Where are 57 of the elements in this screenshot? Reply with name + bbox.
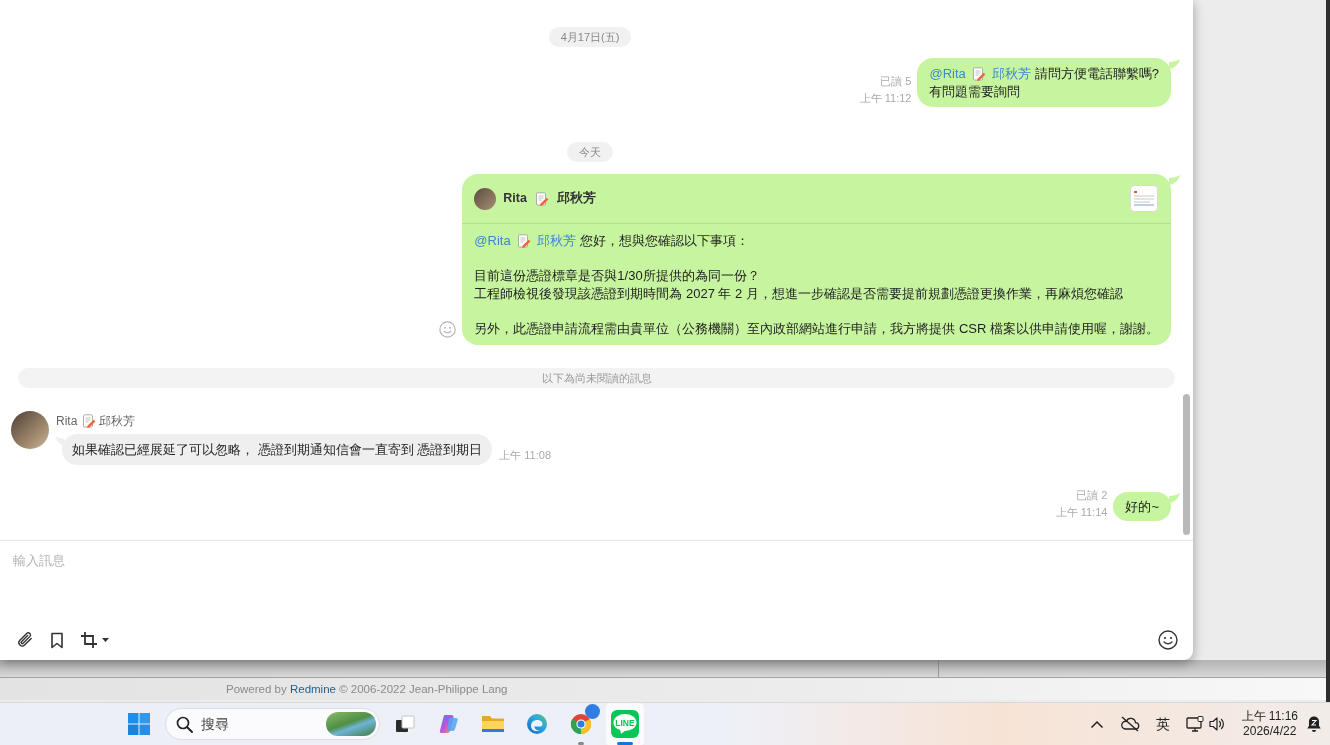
note-pencil-icon	[971, 66, 986, 81]
message-text: 您好，想與您確認以下事項：	[579, 232, 749, 250]
note-pencil-icon	[516, 233, 531, 248]
message-text: 目前這份憑證標章是否與1/30所提供的為同一份？	[474, 267, 761, 285]
input-method-indicator[interactable]: 英	[1155, 713, 1170, 735]
message-input[interactable]: 輸入訊息	[0, 541, 1193, 625]
avatar-photo	[11, 410, 49, 449]
sender-name: Rita	[503, 190, 527, 208]
sender-name: 邱秋芳	[99, 412, 136, 429]
message-text: 另外，此憑證申請流程需由貴單位（公務機關）至內政部網站進行申請，我方將提供 CSR 檔案以供申請使用喔，謝謝。	[474, 319, 1159, 337]
message-text: 工程師檢視後發現該憑證到期時間為 2027 年 2 月，想進一步確認是否需要提前規劃憑證更換作業，再麻煩您確認	[474, 284, 1124, 302]
swirl-icon	[526, 713, 548, 735]
bell-icon[interactable]	[1306, 715, 1322, 733]
clock-date[interactable]: 2026/4/22	[1243, 724, 1297, 739]
note-pencil-icon	[82, 413, 97, 428]
sender-name: Rita	[56, 412, 78, 429]
speaker-icon[interactable]	[1207, 716, 1226, 732]
scrollbar-thumb[interactable]	[1183, 394, 1190, 535]
paperclip-icon[interactable]	[16, 631, 34, 649]
overlapping-windows-icon	[395, 714, 415, 734]
message-text: 有問題需要詢問	[929, 82, 1022, 100]
mention-link[interactable]: @Rita 邱秋芳	[929, 65, 1031, 83]
colorful-ribbon-icon	[438, 713, 460, 735]
crop-icon[interactable]	[80, 631, 98, 649]
read-receipt: 已讀 2	[1075, 488, 1108, 503]
emoji-icon[interactable]	[1158, 630, 1178, 650]
mention-link[interactable]: @Rita 邱秋芳	[474, 232, 576, 250]
message-time: 上午 11:08	[499, 447, 551, 463]
bookmark-icon[interactable]	[50, 631, 64, 649]
clock-time[interactable]: 上午 11:16	[1241, 709, 1298, 724]
avatar-photo	[474, 187, 497, 210]
start-icon[interactable]	[128, 713, 150, 735]
read-receipt: 已讀 5	[879, 74, 912, 89]
date-divider: 今天	[567, 142, 613, 162]
profile-badge-icon	[585, 703, 600, 719]
redmine-link[interactable]: Redmine	[289, 683, 336, 695]
image-thumbnail[interactable]	[1130, 185, 1158, 212]
date-divider: 4月17日(五)	[548, 27, 632, 47]
note-pencil-icon	[534, 191, 549, 206]
monitor-icon[interactable]	[1185, 716, 1204, 732]
search-highlight-image	[326, 712, 376, 736]
message-time: 上午 11:12	[859, 91, 912, 106]
unread-divider: 以下為尚未閱讀的訊息	[18, 367, 1175, 388]
sender-name: 邱秋芳	[556, 190, 596, 208]
app-logo: LINE	[611, 710, 639, 738]
search-icon	[176, 715, 193, 733]
message-text: 好的~	[1125, 497, 1159, 515]
footer-text: Powered by Redmine © 2006-2022 Jean-Philippe Lang	[226, 682, 509, 697]
message-text: 請問方便電話聯繫嗎?	[1034, 65, 1159, 83]
folder-icon	[481, 714, 505, 734]
chevron-up-icon[interactable]	[1089, 719, 1104, 729]
caret-icon[interactable]	[102, 638, 109, 642]
segmented-ring-icon	[570, 713, 592, 735]
message-time: 上午 11:14	[1055, 505, 1108, 520]
cloud-slash-icon[interactable]	[1119, 716, 1140, 732]
message-text: 如果確認已經展延了可以忽略， 憑證到期通知信會一直寄到 憑證到期日	[72, 440, 483, 458]
search-field[interactable]: 搜尋	[201, 713, 237, 735]
